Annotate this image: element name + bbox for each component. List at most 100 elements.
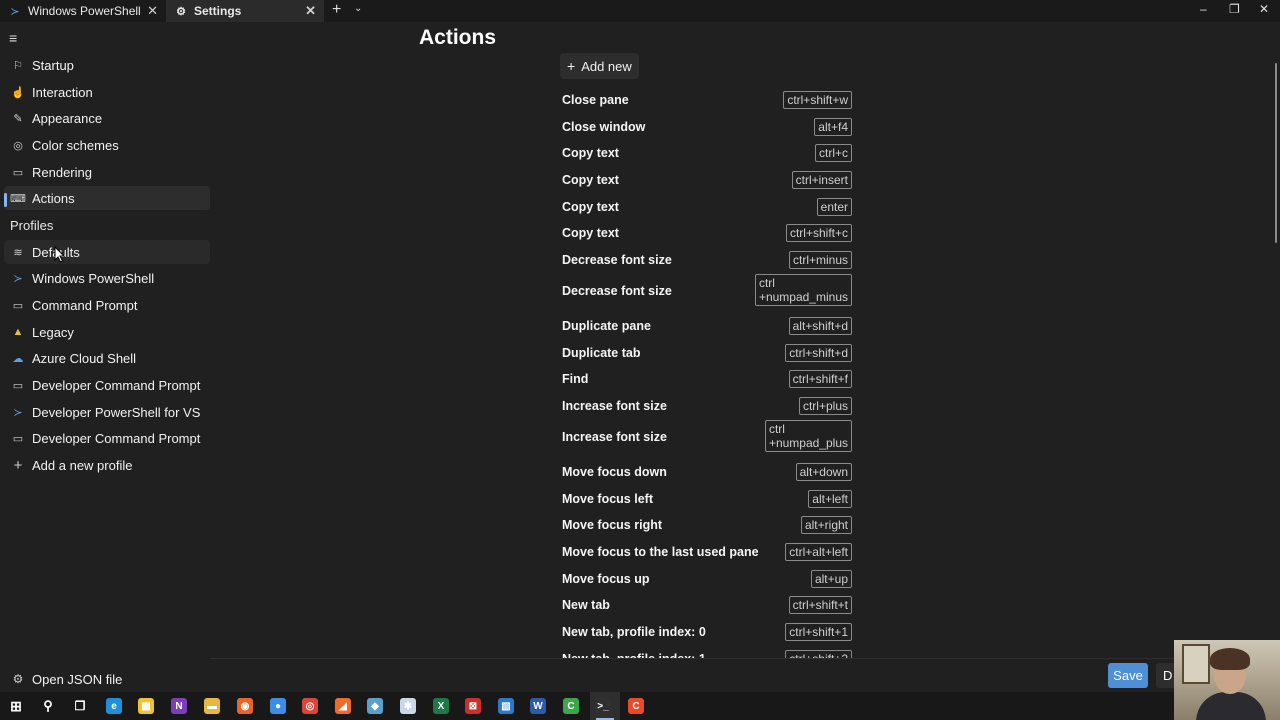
action-row[interactable]: Close window alt+f4 (562, 118, 852, 136)
start-icon[interactable]: ⊞ (8, 698, 24, 714)
visual-studio-icon[interactable]: ⊠ (465, 698, 481, 714)
action-row[interactable]: New tab ctrl+shift+t (562, 596, 852, 614)
action-row[interactable]: Close pane ctrl+shift+w (562, 91, 852, 109)
sidebar-item-color-schemes[interactable]: ◎ Color schemes (4, 133, 210, 157)
interaction-icon: ☝ (11, 86, 25, 99)
chevron-down-icon[interactable]: ⌄ (354, 3, 362, 14)
action-row[interactable]: Increase font size ctrl+plus (562, 397, 852, 415)
close-tab-icon[interactable]: ✕ (147, 3, 158, 19)
cmd-icon: ▭ (12, 379, 24, 392)
keychord-badge[interactable]: alt+right (800, 516, 852, 534)
window-close-button[interactable]: ✕ (1259, 2, 1269, 16)
excel-icon[interactable]: X (433, 698, 449, 714)
sidebar-item-azure-cloud-shell[interactable]: ☁ Azure Cloud Shell (4, 346, 210, 370)
sidebar-item-windows-powershell[interactable]: ≻ Windows PowerShell (4, 266, 210, 290)
keychord-badge[interactable]: enter (816, 198, 852, 216)
add-new-button[interactable]: + Add new (560, 53, 639, 79)
action-row[interactable]: Move focus down alt+down (562, 463, 852, 481)
keychord-badge[interactable]: alt+f4 (814, 118, 852, 136)
keyboard-icon: ⌨ (10, 192, 26, 205)
sidebar-item-rendering[interactable]: ▭ Rendering (4, 160, 210, 184)
edge-icon[interactable]: e (106, 698, 122, 714)
sidebar-item-legacy[interactable]: ▲ Legacy (4, 320, 210, 344)
action-row[interactable]: Duplicate tab ctrl+shift+d (562, 344, 852, 362)
paint-icon[interactable]: ▧ (498, 698, 514, 714)
keychord-badge[interactable]: ctrl+alt+left (785, 543, 852, 561)
action-row[interactable]: Copy text enter (562, 198, 852, 216)
action-row[interactable]: Move focus to the last used pane ctrl+alt… (562, 543, 852, 561)
keychord-badge[interactable]: ctrl+shift+d (785, 344, 852, 362)
action-name: Copy text (562, 172, 619, 187)
sidebar-item-developer-command-prompt-2[interactable]: ▭ Developer Command Prompt f (4, 426, 210, 450)
explorer-icon[interactable]: ▬ (204, 698, 220, 714)
action-row[interactable]: New tab, profile index: 0 ctrl+shift+1 (562, 623, 852, 641)
keychord-badge[interactable]: ctrl+plus (798, 397, 852, 415)
action-row[interactable]: Decrease font size ctrl+minus (562, 251, 852, 269)
action-row[interactable]: Find ctrl+shift+f (562, 370, 852, 388)
store-icon[interactable]: ▦ (138, 698, 154, 714)
sidebar-item-defaults[interactable]: ≋ Defaults (4, 240, 210, 264)
word-icon[interactable]: W (530, 698, 546, 714)
sidebar-item-appearance[interactable]: ✎ Appearance (4, 106, 210, 130)
restore-button[interactable]: ❐ (1229, 2, 1240, 16)
new-tab-button[interactable]: + (332, 1, 341, 19)
save-button[interactable]: Save (1108, 663, 1148, 688)
camtasia-icon[interactable]: C (563, 698, 579, 714)
action-name: Move focus to the last used pane (562, 544, 759, 559)
add-profile-button[interactable]: + Add a new profile (4, 453, 210, 477)
search-icon[interactable]: ⚲ (40, 698, 56, 714)
firefox-icon[interactable]: ◉ (237, 698, 253, 714)
sidebar-item-developer-powershell[interactable]: ≻ Developer PowerShell for VS 2 (4, 400, 210, 424)
sidebar-item-developer-command-prompt[interactable]: ▭ Developer Command Prompt f (4, 373, 210, 397)
action-row[interactable]: Copy text ctrl+c (562, 144, 852, 162)
action-row[interactable]: Copy text ctrl+shift+c (562, 224, 852, 242)
action-row[interactable]: Move focus left alt+left (562, 490, 852, 508)
sidebar-item-startup[interactable]: ⚐ Startup (4, 53, 210, 77)
keychord-badge[interactable]: ctrl+insert (791, 171, 852, 189)
keychord-badge[interactable]: alt+shift+d (788, 317, 852, 335)
sidebar-item-label: Legacy (32, 324, 74, 340)
recorder-icon[interactable]: C (628, 698, 644, 714)
keychord-badge[interactable]: alt+up (810, 570, 852, 588)
action-row[interactable]: Copy text ctrl+insert (562, 171, 852, 189)
keychord-badge[interactable]: ctrl +numpad_plus (764, 420, 852, 452)
action-name: Find (562, 371, 589, 386)
chrome-icon[interactable]: ◎ (302, 698, 318, 714)
action-row[interactable]: Move focus up alt+up (562, 570, 852, 588)
minimize-button[interactable]: – (1200, 2, 1207, 16)
menu-icon[interactable]: ≡ (9, 30, 17, 46)
keychord-badge[interactable]: alt+left (808, 490, 852, 508)
keychord-badge[interactable]: ctrl +numpad_minus (754, 274, 852, 306)
sidebar-item-interaction[interactable]: ☝ Interaction (4, 80, 210, 104)
onenote-icon[interactable]: N (171, 698, 187, 714)
monitor-icon: ▭ (12, 166, 24, 179)
keychord-badge[interactable]: ctrl+shift+f (788, 370, 852, 388)
sidebar-item-command-prompt[interactable]: ▭ Command Prompt (4, 293, 210, 317)
keychord-badge[interactable]: ctrl+minus (788, 251, 852, 269)
sidebar-item-label: Developer Command Prompt f (32, 377, 202, 393)
postman-icon[interactable]: ◢ (335, 698, 351, 714)
tab-settings[interactable]: ⚙ Settings ✕ (166, 0, 324, 22)
action-row[interactable]: Move focus right alt+right (562, 516, 852, 534)
action-row[interactable]: Increase font size ctrl +numpad_plus (562, 420, 852, 454)
action-row[interactable]: Decrease font size ctrl +numpad_minus (562, 274, 852, 308)
open-json-button[interactable]: ⚙ Open JSON file (4, 667, 210, 691)
plus-icon: + (13, 456, 23, 474)
scrollbar[interactable] (1275, 63, 1277, 243)
notepad-icon[interactable]: ◆ (367, 698, 383, 714)
keychord-badge[interactable]: ctrl+shift+t (788, 596, 852, 614)
close-tab-icon[interactable]: ✕ (305, 3, 316, 19)
teams-chat-icon[interactable]: ● (270, 698, 286, 714)
task-view-icon[interactable]: ❐ (72, 698, 88, 714)
slack-icon[interactable]: ✱ (400, 698, 416, 714)
terminal-icon[interactable]: >_ (595, 698, 611, 714)
action-row[interactable]: Duplicate pane alt+shift+d (562, 317, 852, 335)
keychord-badge[interactable]: ctrl+shift+w (783, 91, 852, 109)
keychord-badge[interactable]: alt+down (795, 463, 852, 481)
sidebar-item-actions[interactable]: ⌨ Actions (4, 186, 210, 210)
keychord-badge[interactable]: ctrl+c (814, 144, 852, 162)
action-name: New tab, profile index: 0 (562, 624, 706, 639)
tab-windows-powershell[interactable]: ≻ Windows PowerShell ✕ (0, 0, 166, 22)
keychord-badge[interactable]: ctrl+shift+1 (785, 623, 852, 641)
keychord-badge[interactable]: ctrl+shift+c (785, 224, 852, 242)
